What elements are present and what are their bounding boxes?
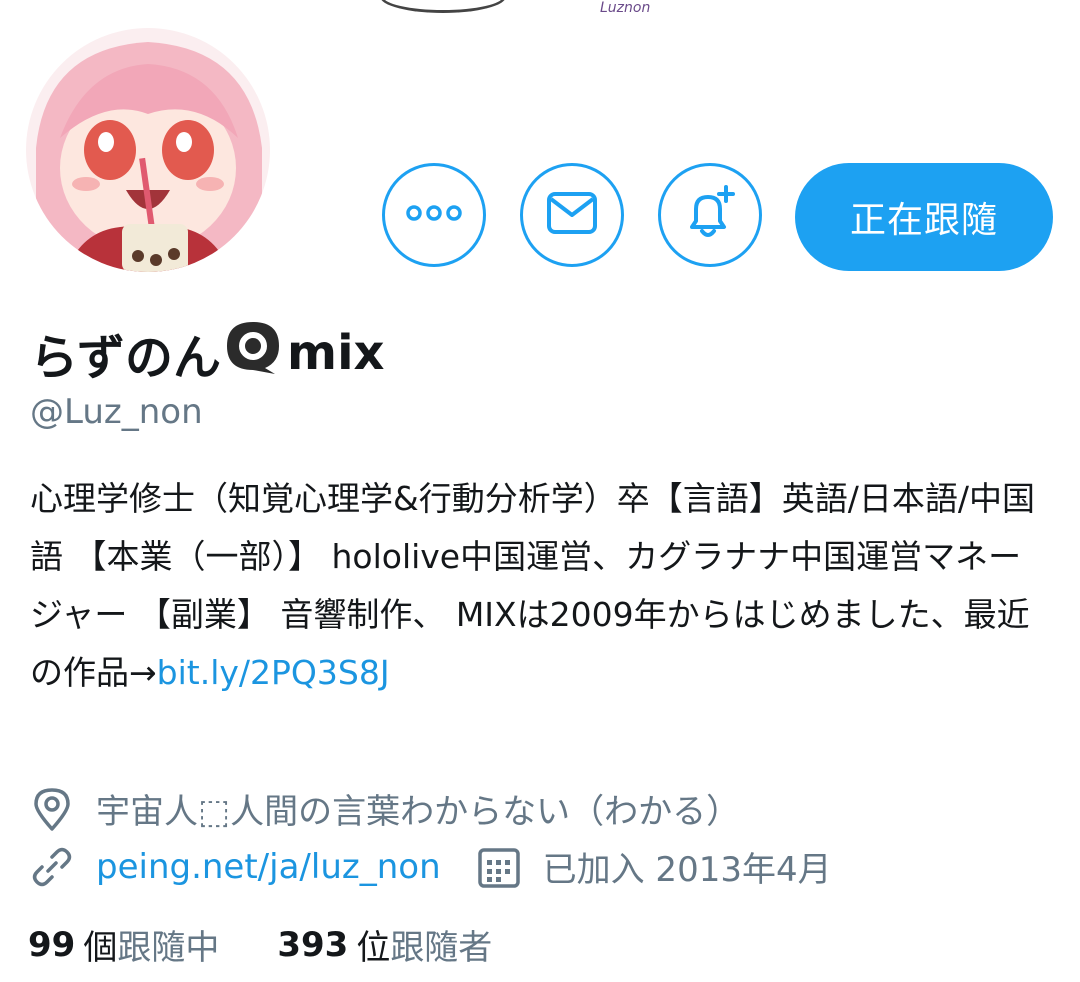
- avatar[interactable]: [26, 28, 270, 272]
- following-label: 跟隨中: [117, 928, 220, 968]
- banner-art: [380, 0, 506, 13]
- bio-link[interactable]: bit.ly/2PQ3S8J: [157, 653, 390, 692]
- speech-bubble-search-icon: [223, 318, 285, 388]
- location-pin-icon: [30, 787, 74, 831]
- bell-plus-icon: [682, 185, 738, 245]
- following-count: 99: [28, 924, 76, 965]
- display-name: らずのん mix: [30, 318, 384, 388]
- followers-stat[interactable]: 393 位 跟隨者: [277, 920, 492, 969]
- link-icon: [30, 845, 74, 889]
- profile-bio: 心理学修士（知覚心理学&行動分析学）卒【言語】英語/日本語/中国語 【本業（一部…: [30, 470, 1040, 702]
- message-button[interactable]: [520, 163, 624, 267]
- display-name-suffix: mix: [287, 325, 385, 381]
- notifications-button[interactable]: [658, 163, 762, 267]
- location-text: 宇宙人⬚人間の言葉わからない（わかる）: [96, 792, 741, 832]
- followers-count: 393: [277, 924, 349, 965]
- joined-date: 已加入 2013年4月: [542, 850, 832, 890]
- profile-banner[interactable]: Luznon: [0, 0, 1080, 28]
- following-unit: 個: [83, 928, 118, 968]
- more-dots-icon: [406, 203, 462, 227]
- followers-unit: 位: [356, 928, 391, 968]
- location-row: 宇宙人⬚人間の言葉わからない（わかる）: [30, 784, 740, 833]
- website-joined-row: peing.net/ja/luz_non 已加入 2013年4月: [30, 842, 832, 891]
- calendar-icon: [477, 845, 521, 889]
- following-button[interactable]: 正在跟隨: [795, 163, 1053, 271]
- user-handle: @Luz_non: [30, 392, 203, 432]
- more-button[interactable]: [382, 163, 486, 267]
- followers-label: 跟隨者: [390, 928, 493, 968]
- envelope-icon: [546, 191, 598, 239]
- website-link[interactable]: peing.net/ja/luz_non: [96, 847, 441, 887]
- banner-signature: Luznon: [600, 0, 651, 16]
- display-name-prefix: らずのん: [30, 330, 222, 386]
- follow-stats: 99 個 跟隨中 393 位 跟隨者: [28, 920, 492, 969]
- following-stat[interactable]: 99 個 跟隨中: [28, 920, 219, 969]
